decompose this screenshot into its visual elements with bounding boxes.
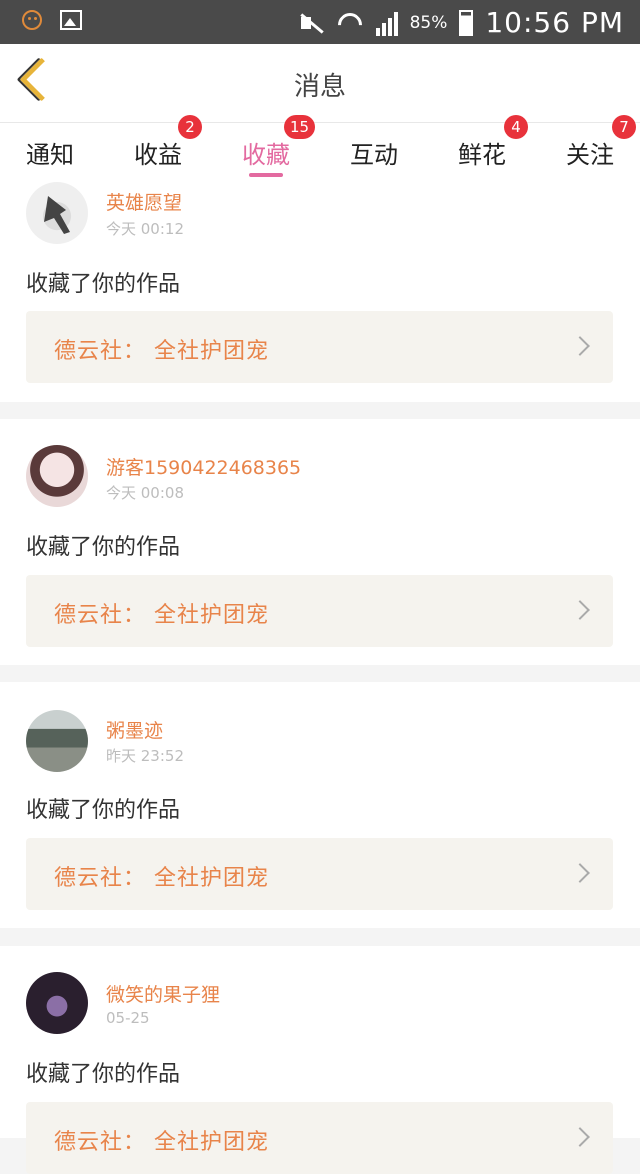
work-link[interactable]: 德云社： 全社护团宠 [26, 575, 613, 647]
message-text: 收藏了你的作品 [26, 798, 181, 823]
avatar[interactable] [26, 710, 88, 772]
notification-face-icon [22, 10, 42, 30]
tab-flowers[interactable]: 鲜花 [458, 135, 506, 170]
message-card: 粥墨迹 昨天 23:52 收藏了你的作品 德云社： 全社护团宠 [0, 682, 640, 928]
tab-favorites[interactable]: 收藏 [242, 135, 290, 170]
message-text: 收藏了你的作品 [26, 1062, 181, 1087]
avatar[interactable] [26, 972, 88, 1034]
chevron-right-icon [570, 1127, 590, 1147]
message-card: 英雄愿望 今天 00:12 收藏了你的作品 德云社： 全社护团宠 [0, 180, 640, 402]
work-link[interactable]: 德云社： 全社护团宠 [26, 838, 613, 910]
tab-bar: 通知 收益 2 收藏 15 互动 鲜花 4 关注 7 [0, 115, 640, 180]
message-time: 今天 00:12 [106, 220, 184, 238]
tab-notifications[interactable]: 通知 [26, 135, 74, 170]
status-bar: 85% 10:56 PM [0, 0, 640, 44]
message-time: 05-25 [106, 1009, 150, 1027]
username[interactable]: 微笑的果子狸 [106, 980, 220, 1007]
message-time: 今天 00:08 [106, 484, 184, 502]
username[interactable]: 粥墨迹 [106, 716, 163, 743]
tab-earnings[interactable]: 收益 [134, 135, 182, 170]
active-tab-indicator [249, 173, 283, 177]
page-title: 消息 [293, 72, 346, 102]
chevron-right-icon [570, 600, 590, 620]
app-header: 消息 [0, 44, 640, 123]
work-link[interactable]: 德云社： 全社护团宠 [26, 1102, 613, 1174]
battery-percent: 85% [409, 12, 448, 33]
tab-following[interactable]: 关注 [566, 135, 614, 170]
chevron-right-icon [570, 336, 590, 356]
clock: 10:56 PM [485, 6, 624, 39]
chevron-right-icon [570, 863, 590, 883]
username[interactable]: 英雄愿望 [106, 188, 182, 215]
work-link[interactable]: 德云社： 全社护团宠 [26, 311, 613, 383]
tab-earnings-badge: 2 [178, 115, 202, 139]
message-card: 游客1590422468365 今天 00:08 收藏了你的作品 德云社： 全社… [0, 419, 640, 665]
tab-following-badge: 7 [612, 115, 636, 139]
signal-icon [375, 10, 398, 36]
avatar[interactable] [26, 445, 88, 507]
wifi-icon [336, 11, 364, 35]
username[interactable]: 游客1590422468365 [106, 453, 301, 480]
battery-icon [459, 9, 474, 36]
message-time: 昨天 23:52 [106, 747, 184, 765]
message-text: 收藏了你的作品 [26, 272, 181, 297]
tab-favorites-badge: 15 [284, 115, 316, 139]
tab-interactions[interactable]: 互动 [350, 135, 398, 170]
work-title: 德云社： 全社护团宠 [54, 866, 269, 891]
mute-icon [298, 11, 324, 35]
avatar[interactable] [26, 182, 88, 244]
work-title: 德云社： 全社护团宠 [54, 339, 269, 364]
work-title: 德云社： 全社护团宠 [54, 1130, 269, 1155]
image-notification-icon [60, 10, 82, 30]
tab-flowers-badge: 4 [504, 115, 528, 139]
work-title: 德云社： 全社护团宠 [54, 603, 269, 628]
message-card: 微笑的果子狸 05-25 收藏了你的作品 德云社： 全社护团宠 [0, 946, 640, 1174]
message-text: 收藏了你的作品 [26, 535, 181, 560]
